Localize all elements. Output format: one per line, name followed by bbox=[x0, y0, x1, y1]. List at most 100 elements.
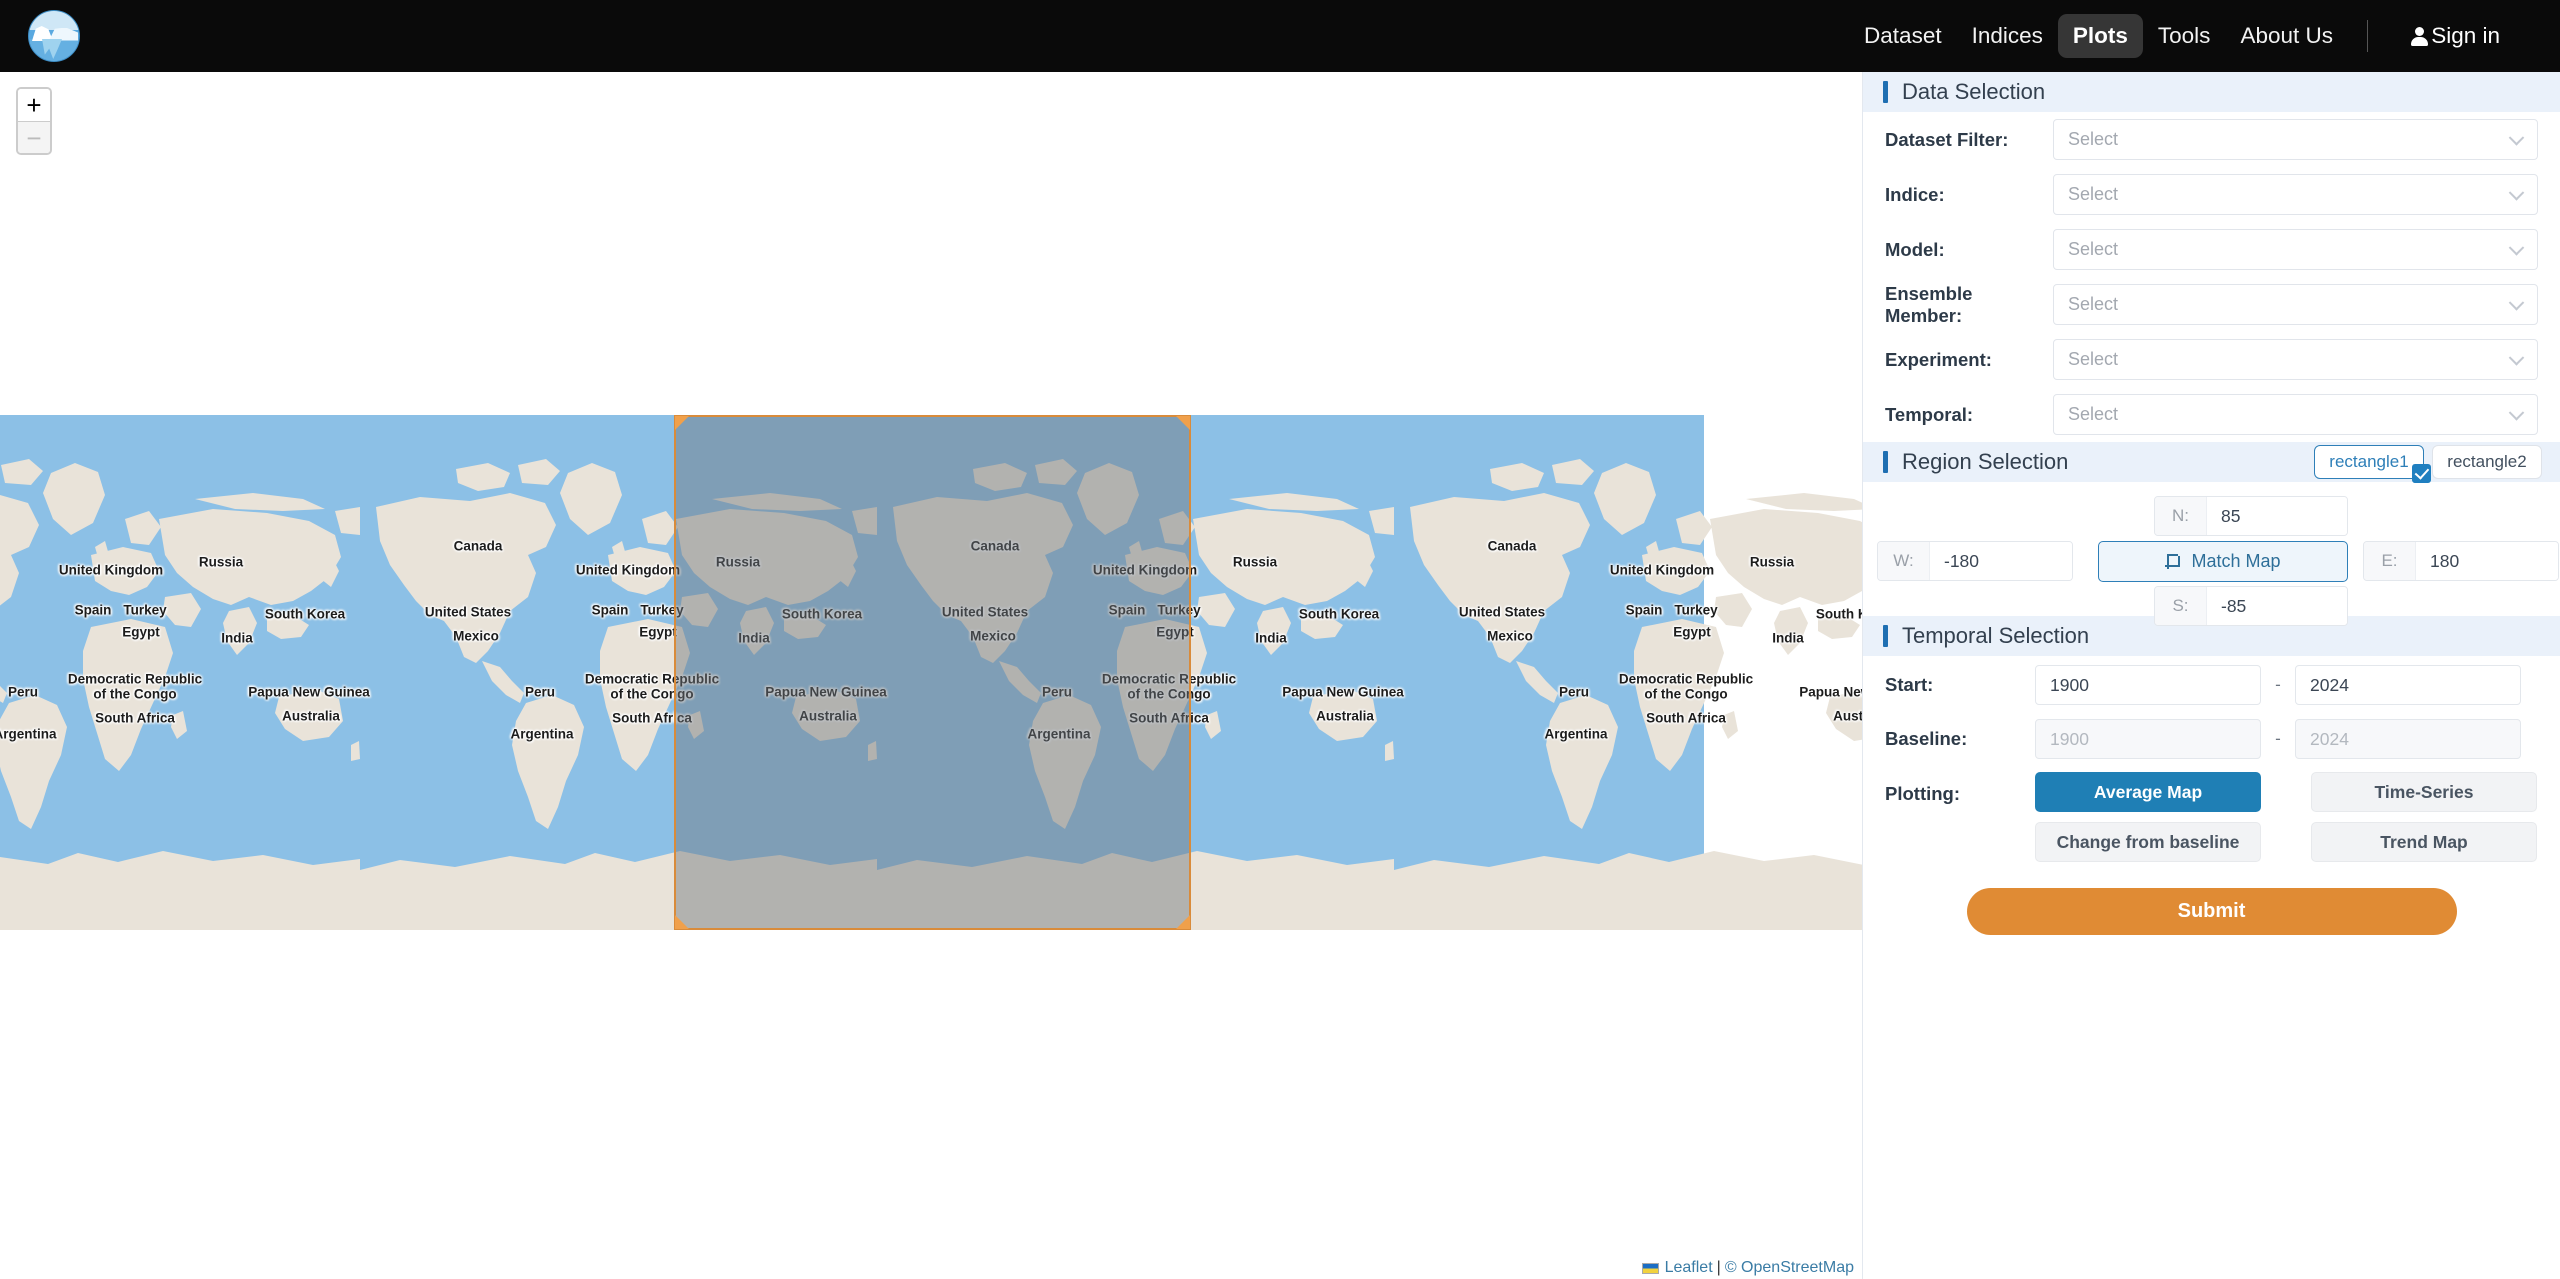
logo-sky bbox=[29, 11, 79, 30]
west-value[interactable]: -180 bbox=[1930, 542, 2072, 580]
world-tile: RussiaCanadaUnited KingdomUnited StatesS… bbox=[1394, 415, 1862, 930]
baseline-from-input[interactable]: 1900 bbox=[2035, 719, 2261, 759]
start-label: Start: bbox=[1885, 674, 1934, 695]
chevron-down-icon bbox=[2508, 349, 2525, 366]
check-icon[interactable] bbox=[2412, 464, 2431, 483]
nav-link-plots[interactable]: Plots bbox=[2057, 13, 2143, 59]
chevron-down-icon bbox=[2508, 184, 2525, 201]
time-series-button[interactable]: Time-Series bbox=[2311, 772, 2537, 812]
nav-links: Dataset Indices Plots Tools About Us bbox=[1849, 0, 2348, 72]
plotting-label: Plotting: bbox=[1885, 783, 1961, 804]
person-icon bbox=[2410, 26, 2429, 46]
map-canvas[interactable]: RussiaCanadaUnited KingdomUnited StatesS… bbox=[0, 415, 1862, 930]
top-navigation-bar: Dataset Indices Plots Tools About Us Sig… bbox=[0, 0, 2560, 72]
start-to-input[interactable]: 2024 bbox=[2295, 665, 2521, 705]
rectangle1-label: rectangle1 bbox=[2329, 452, 2409, 471]
change-from-baseline-button[interactable]: Change from baseline bbox=[2035, 822, 2261, 862]
map-container[interactable]: + − RussiaCanadaUnited KingdomUnited Sta… bbox=[0, 72, 1862, 1279]
region-selection-rectangle[interactable] bbox=[674, 415, 1191, 930]
indice-select[interactable]: Select bbox=[2053, 174, 2538, 215]
south-value[interactable]: -85 bbox=[2207, 587, 2347, 625]
plot-row-2: Change from baseline Trend Map bbox=[2035, 822, 2537, 862]
section-accent-bar bbox=[1883, 451, 1888, 473]
west-coordinate-field[interactable]: W: -180 bbox=[1877, 541, 2073, 581]
baseline-year-row: Baseline: 1900 - 2024 bbox=[1863, 714, 2560, 764]
indice-placeholder: Select bbox=[2068, 184, 2119, 204]
coordinate-inputs: N: 85 W: -180 Match Map E: 180 S: -85 bbox=[1863, 496, 2560, 626]
map-zoom-control: + − bbox=[16, 87, 52, 155]
sign-in-label: Sign in bbox=[2431, 23, 2500, 48]
experiment-select[interactable]: Select bbox=[2053, 339, 2538, 380]
baseline-to-input[interactable]: 2024 bbox=[2295, 719, 2521, 759]
ensemble-member-select[interactable]: Select bbox=[2053, 284, 2538, 325]
nav-link-about-us[interactable]: About Us bbox=[2225, 14, 2348, 59]
model-label: Model: bbox=[1885, 238, 1945, 260]
field-experiment: Experiment: Select bbox=[1863, 332, 2560, 387]
start-from-input[interactable]: 1900 bbox=[2035, 665, 2261, 705]
nav-link-indices[interactable]: Indices bbox=[1957, 14, 2058, 59]
openstreetmap-link[interactable]: © OpenStreetMap bbox=[1725, 1259, 1854, 1277]
baseline-label: Baseline: bbox=[1885, 728, 1968, 749]
dataset-filter-select[interactable]: Select bbox=[2053, 119, 2538, 160]
map-attribution: Leaflet | © OpenStreetMap bbox=[1635, 1257, 1862, 1279]
nav-link-tools[interactable]: Tools bbox=[2143, 14, 2226, 59]
ensemble-member-placeholder: Select bbox=[2068, 294, 2119, 314]
temporal-selection-title: Temporal Selection bbox=[1902, 623, 2090, 648]
resize-handle-top-left[interactable] bbox=[675, 416, 689, 430]
east-coordinate-field[interactable]: E: 180 bbox=[2363, 541, 2559, 581]
match-map-button[interactable]: Match Map bbox=[2098, 541, 2348, 582]
resize-handle-top-right[interactable] bbox=[1176, 416, 1190, 430]
submit-button[interactable]: Submit bbox=[1966, 888, 2457, 935]
sign-in-button[interactable]: Sign in bbox=[2410, 0, 2500, 72]
zoom-out-button[interactable]: − bbox=[18, 121, 50, 153]
brand-logo[interactable] bbox=[28, 10, 80, 62]
south-coordinate-field[interactable]: S: -85 bbox=[2154, 586, 2348, 626]
attribution-separator: | bbox=[1716, 1259, 1721, 1276]
data-selection-header: Data Selection bbox=[1863, 72, 2560, 112]
average-map-button[interactable]: Average Map bbox=[2035, 772, 2261, 812]
field-dataset-filter: Dataset Filter: Select bbox=[1863, 112, 2560, 167]
world-landmass bbox=[1394, 459, 1862, 930]
nav-link-dataset[interactable]: Dataset bbox=[1849, 14, 1957, 59]
temporal-select[interactable]: Select bbox=[2053, 394, 2538, 435]
plotting-row: Plotting: Average Map Time-Series Change… bbox=[1863, 768, 2560, 862]
north-coordinate-field[interactable]: N: 85 bbox=[2154, 496, 2348, 536]
rectangle2-tab[interactable]: rectangle2 bbox=[2432, 445, 2542, 479]
rectangle1-tab[interactable]: rectangle1 bbox=[2314, 445, 2431, 483]
chevron-down-icon bbox=[2508, 239, 2525, 256]
west-key: W: bbox=[1878, 542, 1930, 580]
north-key: N: bbox=[2155, 497, 2207, 535]
section-accent-bar bbox=[1883, 625, 1888, 647]
leaflet-link[interactable]: Leaflet bbox=[1665, 1259, 1713, 1277]
experiment-placeholder: Select bbox=[2068, 349, 2119, 369]
field-model: Model: Select bbox=[1863, 222, 2560, 277]
trend-map-button[interactable]: Trend Map bbox=[2311, 822, 2537, 862]
plot-type-buttons: Average Map Time-Series Change from base… bbox=[2035, 772, 2537, 862]
east-value[interactable]: 180 bbox=[2416, 542, 2558, 580]
field-temporal: Temporal: Select bbox=[1863, 387, 2560, 442]
control-panel: Data Selection Dataset Filter: Select In… bbox=[1862, 72, 2560, 1279]
world-landmass bbox=[0, 459, 360, 930]
east-key: E: bbox=[2364, 542, 2416, 580]
world-tile: RussiaCanadaUnited KingdomUnited StatesS… bbox=[0, 415, 370, 930]
north-value[interactable]: 85 bbox=[2207, 497, 2347, 535]
temporal-label: Temporal: bbox=[1885, 403, 1974, 425]
section-accent-bar bbox=[1883, 81, 1888, 103]
south-key: S: bbox=[2155, 587, 2207, 625]
nav-divider bbox=[2367, 20, 2368, 52]
rectangle-tabs: rectangle1 rectangle2 bbox=[2314, 445, 2542, 483]
match-map-label: Match Map bbox=[2191, 551, 2281, 571]
ukraine-flag-icon bbox=[1641, 1262, 1659, 1274]
region-selection-header: Region Selection rectangle1 rectangle2 bbox=[1863, 442, 2560, 483]
zoom-in-button[interactable]: + bbox=[18, 89, 50, 121]
data-selection-title: Data Selection bbox=[1902, 79, 2046, 104]
chevron-down-icon bbox=[2508, 129, 2525, 146]
resize-handle-bottom-left[interactable] bbox=[675, 915, 689, 929]
ensemble-member-label: Ensemble Member: bbox=[1885, 282, 1973, 326]
experiment-label: Experiment: bbox=[1885, 348, 1992, 370]
indice-label: Indice: bbox=[1885, 183, 1945, 205]
field-indice: Indice: Select bbox=[1863, 167, 2560, 222]
model-select[interactable]: Select bbox=[2053, 229, 2538, 270]
model-placeholder: Select bbox=[2068, 239, 2119, 259]
resize-handle-bottom-right[interactable] bbox=[1176, 915, 1190, 929]
